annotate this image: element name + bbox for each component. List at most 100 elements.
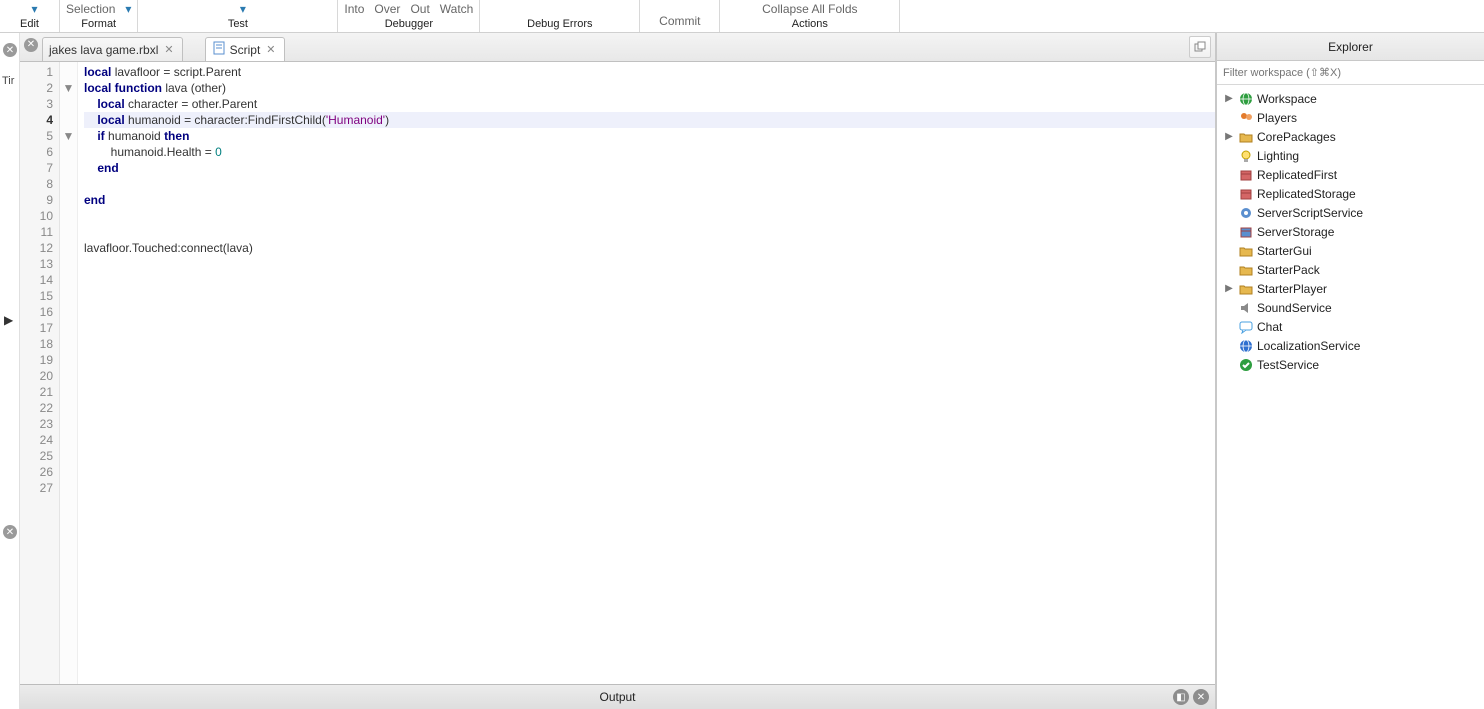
tab-label: Script bbox=[230, 43, 261, 57]
code-line[interactable]: humanoid.Health = 0 bbox=[84, 144, 1215, 160]
code-line[interactable]: lavafloor.Touched:connect(lava) bbox=[84, 240, 1215, 256]
explorer-panel: Explorer ▶WorkspacePlayers▶CorePackagesL… bbox=[1216, 33, 1484, 709]
tree-item-corepackages[interactable]: ▶CorePackages bbox=[1217, 127, 1484, 146]
explorer-filter-input[interactable] bbox=[1217, 61, 1484, 84]
fold-gutter[interactable]: ▼▼ bbox=[60, 62, 78, 684]
tree-item-serverscriptservice[interactable]: ServerScriptService bbox=[1217, 203, 1484, 222]
ribbon-group-label: Format bbox=[81, 16, 116, 30]
tree-item-testservice[interactable]: TestService bbox=[1217, 355, 1484, 374]
ribbon-item[interactable]: Collapse All Folds bbox=[762, 2, 857, 16]
tree-expand-icon[interactable]: ▶ bbox=[1223, 93, 1235, 104]
tree-item-startergui[interactable]: StarterGui bbox=[1217, 241, 1484, 260]
tree-item-replicatedfirst[interactable]: ReplicatedFirst bbox=[1217, 165, 1484, 184]
code-editor[interactable]: 1234567891011121314151617181920212223242… bbox=[20, 62, 1215, 684]
fold-marker[interactable]: ▼ bbox=[60, 128, 77, 144]
ribbon-item[interactable]: Commit bbox=[659, 14, 700, 28]
code-line[interactable] bbox=[84, 432, 1215, 448]
fold-marker[interactable]: ▼ bbox=[60, 80, 77, 96]
code-line[interactable] bbox=[84, 256, 1215, 272]
ribbon-item[interactable]: Over bbox=[374, 2, 400, 16]
code-line[interactable] bbox=[84, 320, 1215, 336]
code-line[interactable] bbox=[84, 464, 1215, 480]
editor-column: ✕ jakes lava game.rbxl✕Script✕ 123456789… bbox=[20, 33, 1216, 709]
close-left-dock2-icon[interactable]: ✕ bbox=[3, 525, 17, 539]
code-line[interactable] bbox=[84, 288, 1215, 304]
check-icon bbox=[1238, 357, 1254, 373]
ribbon-group-debug-errors[interactable]: Debug Errors bbox=[480, 0, 640, 32]
tree-expand-icon[interactable]: ▶ bbox=[1223, 283, 1235, 294]
ribbon-group-edit[interactable]: ▾Edit bbox=[0, 0, 60, 32]
code-line[interactable] bbox=[84, 368, 1215, 384]
tree-item-chat[interactable]: Chat bbox=[1217, 317, 1484, 336]
tree-item-label: Lighting bbox=[1257, 149, 1299, 163]
code-line[interactable] bbox=[84, 176, 1215, 192]
code-line[interactable] bbox=[84, 304, 1215, 320]
ribbon-item[interactable]: Selection bbox=[66, 2, 115, 16]
code-content[interactable]: local lavafloor = script.Parentlocal fun… bbox=[78, 62, 1215, 684]
code-line[interactable]: end bbox=[84, 192, 1215, 208]
code-line[interactable] bbox=[84, 352, 1215, 368]
dropdown-icon[interactable]: ▾ bbox=[240, 2, 246, 16]
code-line[interactable] bbox=[84, 400, 1215, 416]
script-tab[interactable]: Script✕ bbox=[205, 37, 285, 61]
code-line[interactable] bbox=[84, 480, 1215, 496]
code-line[interactable] bbox=[84, 416, 1215, 432]
fold-marker bbox=[60, 320, 77, 336]
explorer-tree[interactable]: ▶WorkspacePlayers▶CorePackages Lighting Re… bbox=[1217, 85, 1484, 709]
close-left-dock-icon[interactable]: ✕ bbox=[3, 43, 17, 57]
ribbon-group-commit[interactable]: Commit bbox=[640, 0, 720, 32]
code-line[interactable] bbox=[84, 384, 1215, 400]
dropdown-icon[interactable]: ▾ bbox=[31, 2, 37, 16]
code-line[interactable] bbox=[84, 448, 1215, 464]
code-line[interactable]: if humanoid then bbox=[84, 128, 1215, 144]
line-number: 26 bbox=[20, 464, 53, 480]
tree-item-players[interactable]: Players bbox=[1217, 108, 1484, 127]
tree-item-label: ServerScriptService bbox=[1257, 206, 1363, 220]
tree-item-workspace[interactable]: ▶Workspace bbox=[1217, 89, 1484, 108]
ribbon-group-format[interactable]: Selection ▾ Format bbox=[60, 0, 138, 32]
dropdown-icon[interactable]: ▾ bbox=[125, 2, 131, 16]
ribbon-item[interactable]: Out bbox=[410, 2, 429, 16]
fold-marker bbox=[60, 480, 77, 496]
code-line[interactable] bbox=[84, 208, 1215, 224]
tree-item-starterpack[interactable]: StarterPack bbox=[1217, 260, 1484, 279]
code-line[interactable]: local character = other.Parent bbox=[84, 96, 1215, 112]
fold-marker bbox=[60, 256, 77, 272]
code-line[interactable]: local humanoid = character:FindFirstChil… bbox=[84, 112, 1215, 128]
popout-button[interactable] bbox=[1189, 36, 1211, 58]
tree-item-replicatedstorage[interactable]: ReplicatedStorage bbox=[1217, 184, 1484, 203]
ribbon-group-actions[interactable]: Collapse All FoldsActions bbox=[720, 0, 900, 32]
code-line[interactable]: local function lava (other) bbox=[84, 80, 1215, 96]
tab-close-icon[interactable]: ✕ bbox=[162, 43, 175, 56]
fold-marker bbox=[60, 288, 77, 304]
tab-close-icon[interactable]: ✕ bbox=[264, 43, 277, 56]
ribbon-item[interactable]: Into bbox=[344, 2, 364, 16]
tree-item-serverstorage[interactable]: ServerStorage bbox=[1217, 222, 1484, 241]
ribbon-group-debugger[interactable]: IntoOverOutWatchDebugger bbox=[338, 0, 480, 32]
output-popout-icon[interactable]: ◧ bbox=[1173, 689, 1189, 705]
tree-item-localizationservice[interactable]: LocalizationService bbox=[1217, 336, 1484, 355]
code-line[interactable]: local lavafloor = script.Parent bbox=[84, 64, 1215, 80]
fold-marker bbox=[60, 64, 77, 80]
tree-item-lighting[interactable]: Lighting bbox=[1217, 146, 1484, 165]
output-close-icon[interactable]: ✕ bbox=[1193, 689, 1209, 705]
code-line[interactable]: end bbox=[84, 160, 1215, 176]
ribbon-item[interactable]: Watch bbox=[440, 2, 474, 16]
ribbon-group-test[interactable]: ▾Test bbox=[138, 0, 338, 32]
code-line[interactable] bbox=[84, 272, 1215, 288]
tabstrip-close-icon[interactable]: ✕ bbox=[24, 38, 38, 52]
tree-expand-icon[interactable]: ▶ bbox=[1223, 131, 1235, 142]
tree-item-soundservice[interactable]: SoundService bbox=[1217, 298, 1484, 317]
output-panel-header[interactable]: Output ◧ ✕ bbox=[20, 684, 1215, 709]
globe-icon bbox=[1238, 338, 1254, 354]
tree-item-label: LocalizationService bbox=[1257, 339, 1360, 353]
code-line[interactable] bbox=[84, 336, 1215, 352]
ribbon-group-label: Debug Errors bbox=[527, 16, 592, 30]
fold-marker bbox=[60, 192, 77, 208]
fold-marker bbox=[60, 416, 77, 432]
file-tab[interactable]: jakes lava game.rbxl✕ bbox=[42, 37, 183, 61]
code-line[interactable] bbox=[84, 224, 1215, 240]
line-number: 24 bbox=[20, 432, 53, 448]
expand-left-icon[interactable]: ▶ bbox=[4, 313, 13, 327]
tree-item-starterplayer[interactable]: ▶StarterPlayer bbox=[1217, 279, 1484, 298]
